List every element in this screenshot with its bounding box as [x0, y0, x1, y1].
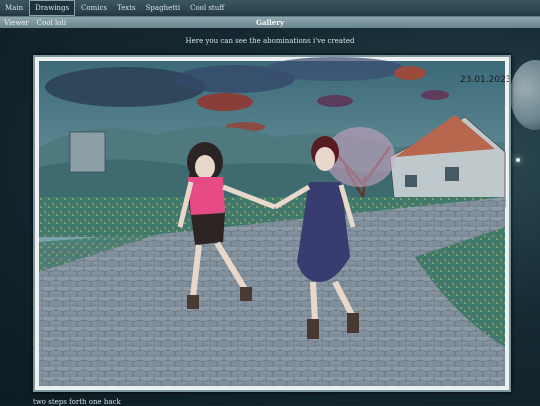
drawing-date: 23.01.2023	[460, 75, 509, 85]
gallery-subbar: Viewer Cool loli Gallery	[0, 17, 540, 28]
nav-item-spaghetti[interactable]: Spaghetti	[141, 1, 185, 15]
drawing-image: 23.01.2023	[35, 57, 509, 390]
gallery-intro-text: Here you can see the abominations i've c…	[185, 37, 355, 45]
star-decoration	[516, 158, 520, 162]
drawing-frame[interactable]: 23.01.2023	[33, 55, 511, 392]
nav-item-main[interactable]: Main	[0, 1, 28, 15]
moon-decoration	[510, 60, 540, 130]
nav-item-texts[interactable]: Texts	[112, 1, 141, 15]
top-navigation: Main Drawings Comics Texts Spaghetti Coo…	[0, 0, 540, 17]
gallery-title: Gallery	[255, 18, 285, 27]
nav-item-comics[interactable]: Comics	[76, 1, 112, 15]
nav-item-cool-stuff[interactable]: Cool stuff	[185, 1, 229, 15]
nav-item-drawings[interactable]: Drawings	[29, 0, 76, 16]
